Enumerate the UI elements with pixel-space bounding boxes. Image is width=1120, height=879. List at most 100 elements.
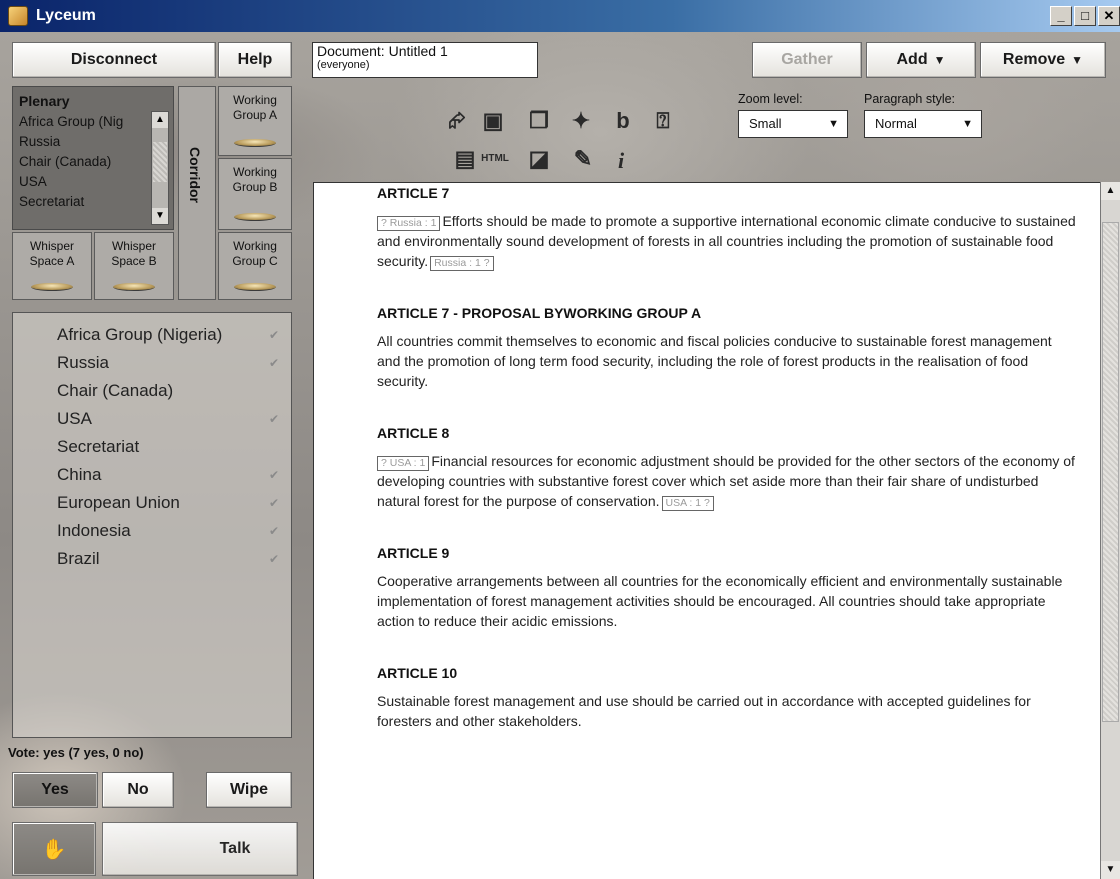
document-scrollbar[interactable]: ▲ ▼ — [1100, 182, 1120, 879]
article-heading: ARTICLE 7 — [377, 185, 450, 201]
talk-label: Talk — [219, 840, 251, 857]
room-label: Working — [233, 93, 277, 107]
scroll-down-icon[interactable]: ▼ — [152, 208, 168, 224]
add-button[interactable]: Add ▼ — [866, 42, 976, 78]
participant-row[interactable]: USA ✔ — [13, 405, 291, 433]
vote-tag-end[interactable]: USA : 1 ? — [661, 496, 714, 511]
article: ARTICLE 9 Cooperative arrangements betwe… — [377, 545, 1077, 631]
room-dish-icon — [234, 213, 276, 221]
plenary-member[interactable]: Secretariat — [19, 192, 167, 212]
scroll-up-icon[interactable]: ▲ — [1101, 182, 1120, 200]
zoom-value: Small — [749, 116, 782, 131]
scroll-thumb[interactable] — [153, 142, 167, 182]
participant-row[interactable]: Africa Group (Nigeria) ✔ — [13, 321, 291, 349]
scroll-up-icon[interactable]: ▲ — [152, 112, 168, 128]
plenary-member[interactable]: Russia — [19, 132, 167, 152]
whisper-space-b-room[interactable]: Whisper Space B — [94, 232, 174, 300]
chevron-down-icon: ▼ — [962, 118, 973, 130]
participant-row[interactable]: Russia ✔ — [13, 349, 291, 377]
zoom-select[interactable]: Small ▼ — [738, 110, 848, 138]
yes-button[interactable]: Yes — [12, 772, 98, 808]
highlight-icon[interactable]: ✎ — [568, 144, 598, 174]
participant-row[interactable]: European Union ✔ — [13, 489, 291, 517]
room-label: Working — [233, 239, 277, 253]
info-icon[interactable]: i — [606, 146, 636, 176]
plenary-member[interactable]: Africa Group (Nig — [19, 112, 167, 132]
room-label: Whisper — [29, 239, 74, 253]
article-body[interactable]: Cooperative arrangements between all cou… — [377, 571, 1077, 631]
room-dish-icon — [113, 283, 155, 291]
edit-icon[interactable]: ◪ — [524, 144, 554, 174]
whisper-space-a-room[interactable]: Whisper Space A — [12, 232, 92, 300]
raise-hand-button[interactable]: ✋ — [12, 822, 96, 876]
room-dish-icon — [234, 283, 276, 291]
bold-icon[interactable]: b — [608, 106, 638, 136]
participant-row[interactable]: Indonesia ✔ — [13, 517, 291, 545]
document-editor[interactable]: ARTICLE 7 ? Russia : 1 Efforts should be … — [313, 182, 1100, 879]
talk-button[interactable]: Talk — [102, 822, 298, 876]
room-label: Group B — [232, 180, 278, 194]
participant-row[interactable]: Secretariat — [13, 433, 291, 461]
delete-icon[interactable]: ▣ — [478, 106, 508, 136]
app-logo-icon — [8, 6, 28, 26]
gather-button[interactable]: Gather — [752, 42, 862, 78]
plenary-member[interactable]: Chair (Canada) — [19, 152, 167, 172]
room-label: Group C — [232, 254, 278, 268]
article-body[interactable]: ? USA : 1 Financial resources for economi… — [377, 451, 1077, 511]
corridor-room[interactable]: Corridor — [178, 86, 216, 300]
article-body[interactable]: Sustainable forest management and use sh… — [377, 691, 1077, 731]
paragraph-style-select[interactable]: Normal ▼ — [864, 110, 982, 138]
zoom-label: Zoom level: — [738, 92, 803, 106]
article-body[interactable]: ? Russia : 1 Efforts should be made to pr… — [377, 211, 1077, 271]
disconnect-button[interactable]: Disconnect — [12, 42, 216, 78]
working-group-c-room[interactable]: Working Group C — [218, 232, 292, 300]
open-icon[interactable]: ⮳ — [442, 106, 472, 136]
participant-name: Africa Group (Nigeria) — [57, 325, 223, 344]
close-button[interactable]: ✕ — [1098, 6, 1120, 26]
maximize-button[interactable]: □ — [1074, 6, 1096, 26]
sparkle-icon[interactable]: ✦ — [566, 106, 596, 136]
vote-check-icon: ✔ — [269, 496, 280, 510]
participant-row[interactable]: Chair (Canada) — [13, 377, 291, 405]
scroll-thumb[interactable] — [1102, 222, 1119, 722]
help-button[interactable]: Help — [218, 42, 292, 78]
vote-check-icon: ✔ — [269, 468, 280, 482]
paragraph-style-label: Paragraph style: — [864, 92, 956, 106]
article-heading: ARTICLE 10 — [377, 665, 458, 681]
article-heading: ARTICLE 9 — [377, 545, 450, 561]
working-group-a-room[interactable]: Working Group A — [218, 86, 292, 156]
working-group-b-room[interactable]: Working Group B — [218, 158, 292, 230]
participant-list: Africa Group (Nigeria) ✔ Russia ✔ Chair (C… — [12, 312, 292, 738]
wipe-button[interactable]: Wipe — [206, 772, 292, 808]
chevron-down-icon: ▼ — [1071, 53, 1084, 67]
save-icon[interactable]: ▤ — [450, 144, 480, 174]
minimize-button[interactable]: _ — [1050, 6, 1072, 26]
article-body[interactable]: All countries commit themselves to econo… — [377, 331, 1077, 391]
vote-tag-end[interactable]: Russia : 1 ? — [430, 256, 494, 271]
copy-icon[interactable]: ❐ — [524, 106, 554, 136]
participant-row[interactable]: China ✔ — [13, 461, 291, 489]
plenary-room[interactable]: Plenary Africa Group (Nig Russia Chair (… — [12, 86, 174, 230]
vote-tag-start[interactable]: ? USA : 1 — [377, 456, 430, 471]
no-button[interactable]: No — [102, 772, 174, 808]
remove-button[interactable]: Remove ▼ — [980, 42, 1106, 78]
participant-name: Brazil — [57, 549, 100, 568]
plenary-scrollbar[interactable]: ▲ ▼ — [151, 111, 169, 225]
window-controls: _ □ ✕ — [1050, 6, 1120, 26]
article: ARTICLE 7 ? Russia : 1 Efforts should be … — [377, 185, 1077, 271]
room-label: Space A — [29, 254, 75, 268]
html-icon[interactable]: HTML — [480, 144, 510, 174]
vote-tag-start[interactable]: ? Russia : 1 — [377, 216, 441, 231]
scroll-down-icon[interactable]: ▼ — [1101, 861, 1120, 879]
participant-row[interactable]: Brazil ✔ — [13, 545, 291, 573]
plenary-member-list: Africa Group (Nig Russia Chair (Canada) … — [19, 112, 167, 212]
participant-name: Indonesia — [57, 521, 131, 540]
corridor-label: Corridor — [187, 147, 203, 203]
vote-check-icon: ✔ — [269, 356, 280, 370]
room-label: Working — [233, 165, 277, 179]
vote-check-icon: ✔ — [269, 328, 280, 342]
plenary-member[interactable]: USA — [19, 172, 167, 192]
help-icon[interactable]: ⍰ — [648, 106, 678, 136]
article-heading: ARTICLE 7 - PROPOSAL BYWORKING GROUP A — [377, 305, 702, 321]
document-title-box[interactable]: Document: Untitled 1 (everyone) — [312, 42, 538, 78]
